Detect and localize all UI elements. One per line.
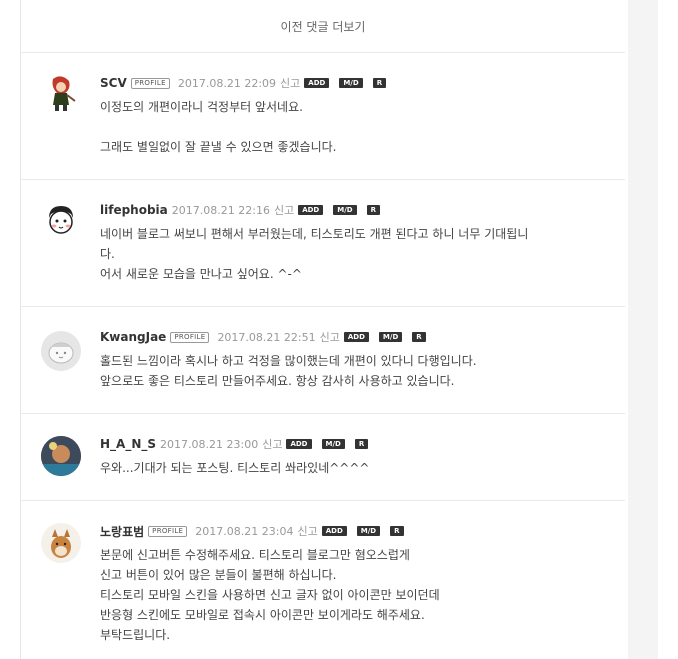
animal-avatar-icon xyxy=(41,523,81,563)
comment-date: 2017.08.21 22:16 xyxy=(171,203,270,217)
report-link[interactable]: 신고 xyxy=(320,329,340,345)
comment-line: 네이버 블로그 써보니 편해서 부러웠는데, 티스토리도 개편 된다고 하니 너… xyxy=(100,227,529,241)
load-previous-comments-button[interactable]: 이전 댓글 더보기 xyxy=(21,0,625,53)
character-avatar-icon xyxy=(52,76,76,111)
add-button[interactable]: ADD xyxy=(343,332,369,342)
profile-badge[interactable]: PROFILE xyxy=(130,77,170,89)
comment-meta: 노랑표범 PROFILE 2017.08.21 23:04 신고 ADD M/D… xyxy=(100,523,414,539)
comment-meta: H_A_N_S 2017.08.21 23:00 신고 ADD M/D R xyxy=(100,436,378,452)
comment-meta: lifephobia 2017.08.21 22:16 신고 ADD M/D R xyxy=(100,202,390,218)
comment-body: 이정도의 개편이라니 걱정부터 앞서네요. 그래도 별일없이 잘 끝낼 수 있으… xyxy=(100,97,620,157)
add-button[interactable]: ADD xyxy=(304,78,330,88)
add-button[interactable]: ADD xyxy=(321,526,347,536)
comment-body: 네이버 블로그 써보니 편해서 부러웠는데, 티스토리도 개편 된다고 하니 너… xyxy=(100,224,620,284)
comment-item: KwangJae PROFILE 2017.08.21 22:51 신고 ADD… xyxy=(21,307,625,414)
modify-delete-button[interactable]: M/D xyxy=(321,439,345,449)
comments-panel: 이전 댓글 더보기 SCV PROFILE 2017.08.21 22:09 신… xyxy=(0,0,628,659)
comment-meta: SCV PROFILE 2017.08.21 22:09 신고 ADD M/D … xyxy=(100,75,396,91)
report-link[interactable]: 신고 xyxy=(297,523,317,539)
reply-button[interactable]: R xyxy=(372,78,387,88)
comment-body: 홀드된 느낌이라 혹시나 하고 걱정을 많이했는데 개편이 있다니 다행입니다.… xyxy=(100,351,620,391)
comment-item: SCV PROFILE 2017.08.21 22:09 신고 ADD M/D … xyxy=(21,53,625,180)
comment-line: 홀드된 느낌이라 혹시나 하고 걱정을 많이했는데 개편이 있다니 다행입니다. xyxy=(100,354,477,368)
comment-line: 어서 새로운 모습을 만나고 싶어요. ^-^ xyxy=(100,267,302,281)
comment-line: 본문에 신고버튼 수정해주세요. 티스토리 블로그만 혐오스럽게 xyxy=(100,548,410,562)
comment-body: 우와...기대가 되는 포스팅. 티스토리 쏴라있네^^^^ xyxy=(100,458,620,478)
report-link[interactable]: 신고 xyxy=(262,436,282,452)
comment-item: lifephobia 2017.08.21 22:16 신고 ADD M/D R… xyxy=(21,180,625,307)
modify-delete-button[interactable]: M/D xyxy=(339,78,363,88)
reply-button[interactable]: R xyxy=(366,205,380,215)
comment-item: 노랑표범 PROFILE 2017.08.21 23:04 신고 ADD M/D… xyxy=(21,501,625,659)
report-link[interactable]: 신고 xyxy=(280,75,300,91)
comment-line: 이정도의 개편이라니 걱정부터 앞서네요. xyxy=(100,100,303,114)
add-button[interactable]: ADD xyxy=(286,439,312,449)
page-right-gutter xyxy=(658,0,678,659)
avatar[interactable] xyxy=(41,200,81,240)
photo-avatar-icon xyxy=(41,436,81,476)
comment-line: 반응형 스킨에도 모바일로 접속시 아이콘만 보이게라도 해주세요. xyxy=(100,608,425,622)
modify-delete-button[interactable]: M/D xyxy=(356,526,381,536)
reply-button[interactable]: R xyxy=(412,332,426,342)
avatar[interactable] xyxy=(41,436,81,476)
profile-badge[interactable]: PROFILE xyxy=(170,331,210,343)
avatar[interactable] xyxy=(41,331,81,371)
comment-line: 티스토리 모바일 스킨을 사용하면 신고 글자 없이 아이콘만 보이던데 xyxy=(100,588,440,602)
comment-author[interactable]: KwangJae xyxy=(100,330,166,344)
comment-date: 2017.08.21 22:51 xyxy=(217,330,316,344)
comment-date: 2017.08.21 23:04 xyxy=(195,524,294,538)
report-link[interactable]: 신고 xyxy=(274,202,294,218)
profile-badge[interactable]: PROFILE xyxy=(148,525,188,537)
avatar[interactable] xyxy=(41,523,81,563)
comment-author[interactable]: 노랑표범 xyxy=(100,523,144,540)
reply-button[interactable]: R xyxy=(354,439,369,449)
comment-author[interactable]: SCV xyxy=(100,76,127,90)
comment-line: 신고 버튼이 있어 많은 분들이 불편해 하십니다. xyxy=(100,568,337,582)
comment-author[interactable]: H_A_N_S xyxy=(100,437,156,451)
modify-delete-button[interactable]: M/D xyxy=(378,332,403,342)
comment-line: 앞으로도 좋은 티스토리 만들어주세요. 항상 감사히 사용하고 있습니다. xyxy=(100,374,455,388)
modify-delete-button[interactable]: M/D xyxy=(333,205,357,215)
cartoon-face-icon xyxy=(49,206,73,234)
comment-body: 본문에 신고버튼 수정해주세요. 티스토리 블로그만 혐오스럽게 신고 버튼이 … xyxy=(100,545,620,645)
comment-line: 그래도 별일없이 잘 끝낼 수 있으면 좋겠습니다. xyxy=(100,140,337,154)
comment-line xyxy=(100,117,620,137)
avatar[interactable] xyxy=(41,73,81,113)
comment-line: 부탁드립니다. xyxy=(100,628,171,642)
comment-date: 2017.08.21 22:09 xyxy=(177,76,277,90)
comment-line: 다. xyxy=(100,247,115,261)
comment-meta: KwangJae PROFILE 2017.08.21 22:51 신고 ADD… xyxy=(100,329,436,345)
comment-item: H_A_N_S 2017.08.21 23:00 신고 ADD M/D R 우와… xyxy=(21,414,625,501)
default-avatar-icon xyxy=(41,331,81,371)
add-button[interactable]: ADD xyxy=(298,205,324,215)
comment-line: 우와...기대가 되는 포스팅. 티스토리 쏴라있네^^^^ xyxy=(100,461,370,475)
comment-author[interactable]: lifephobia xyxy=(100,203,168,217)
comment-date: 2017.08.21 23:00 xyxy=(160,437,259,451)
reply-button[interactable]: R xyxy=(390,526,404,536)
